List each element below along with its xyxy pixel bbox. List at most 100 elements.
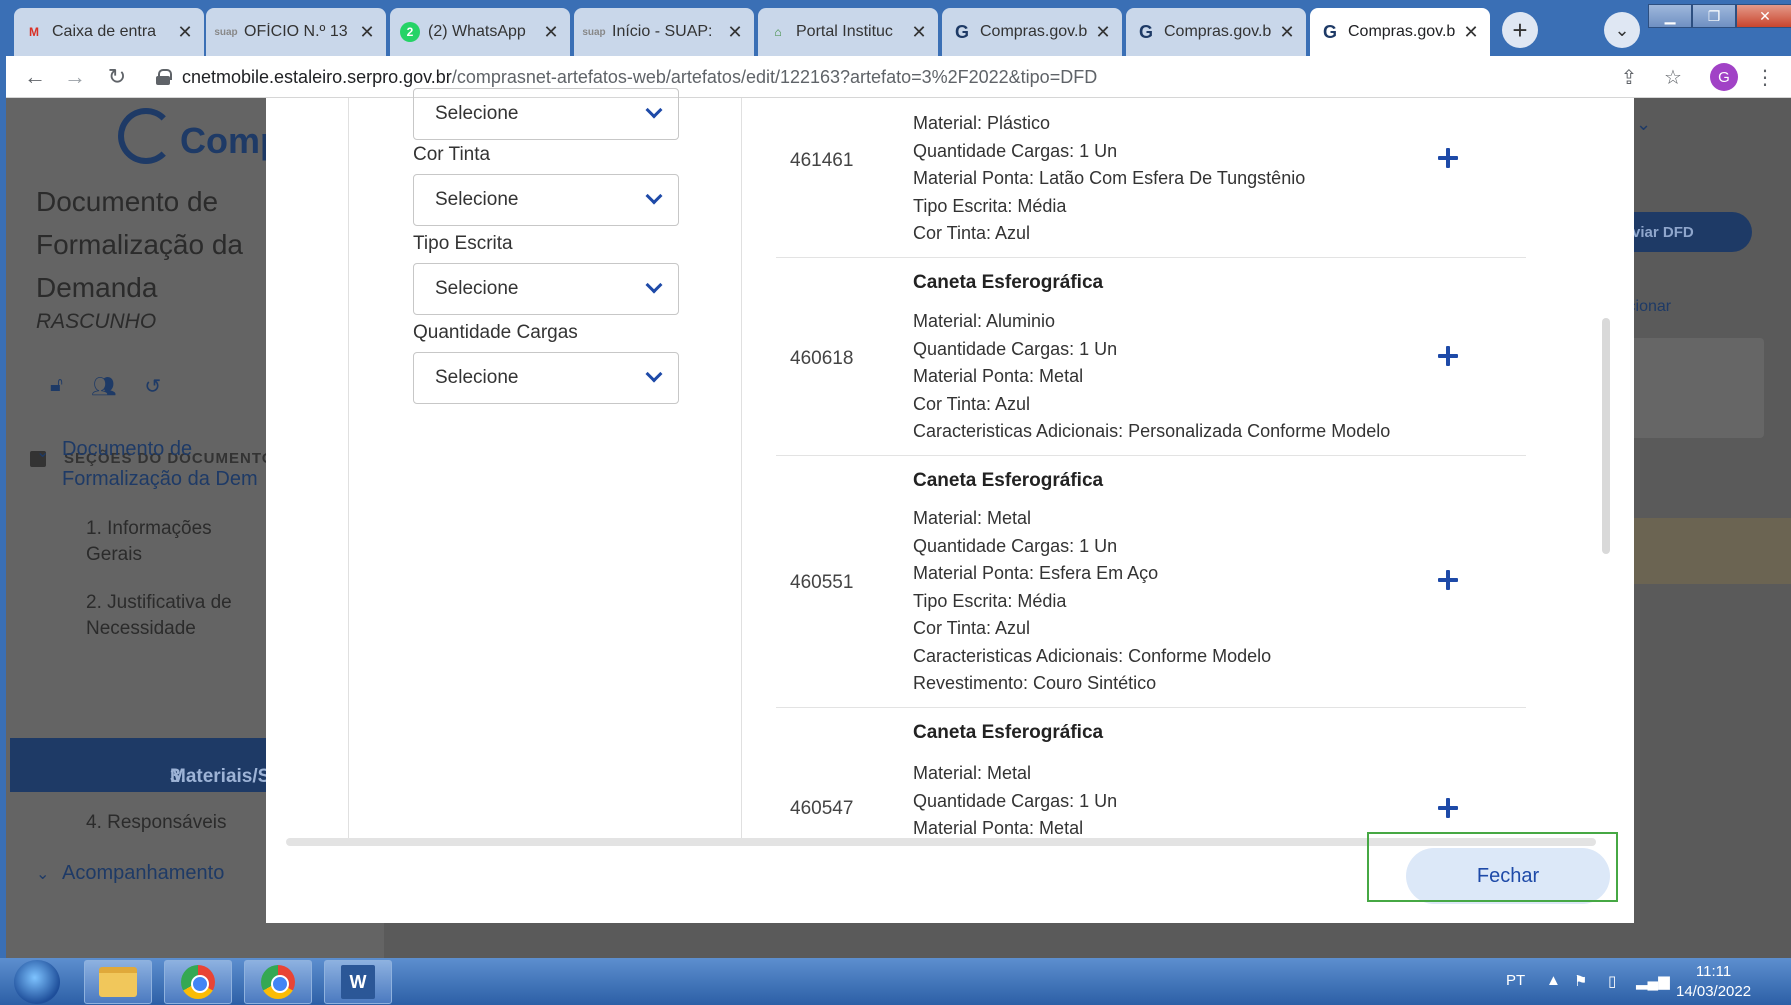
back-arrow-icon[interactable]: ← (20, 62, 50, 92)
item-attributes: Material: Aluminio Quantidade Cargas: 1 … (913, 311, 1391, 441)
browser-tab-7[interactable]: G Compras.gov.b ✕ (1126, 8, 1306, 56)
sidebar-item-justificativa[interactable]: 2. Justificativa de Necessidade (86, 590, 266, 642)
item-code: 460618 (790, 348, 854, 369)
chevron-down-icon[interactable]: ⌄ (36, 864, 49, 884)
browser-tab-2[interactable]: suap OFÍCIO N.º 13 ✕ (206, 8, 386, 56)
item-code: 461461 (790, 150, 854, 171)
restore-icon[interactable]: ❐ (1692, 4, 1736, 28)
window-controls: ▁ ❐ ✕ (1648, 4, 1791, 28)
section-number: 4. (86, 812, 102, 833)
filter-select-material-ponta[interactable]: Selecione (413, 88, 679, 140)
chrome-app-2[interactable] (244, 960, 312, 1004)
section-number: 1. (86, 518, 102, 539)
add-item-plus-icon[interactable] (1436, 344, 1460, 368)
browser-tab-4[interactable]: suap Início - SUAP: ✕ (574, 8, 754, 56)
document-actions: 🔓︎ 👥︎ ↺ (50, 374, 161, 399)
catalog-search-modal: Selecione Cor Tinta Selecione Tipo Escri… (266, 88, 1634, 923)
filter-select-tipo-escrita[interactable]: Selecione (413, 263, 679, 315)
sidebar-item-informacoes[interactable]: 1. Informações Gerais (86, 516, 256, 568)
taskbar: W PT ▲ ⚑ ▯ ▂▄▆ 11:11 14/03/2022 (0, 958, 1791, 1005)
close-tab-icon[interactable]: ✕ (1278, 22, 1296, 43)
url-text: cnetmobile.estaleiro.serpro.gov.br/compr… (182, 67, 1097, 88)
address-bar[interactable]: cnetmobile.estaleiro.serpro.gov.br/compr… (156, 61, 1606, 93)
browser-toolbar: ← → ↻ cnetmobile.estaleiro.serpro.gov.br… (6, 56, 1791, 98)
item-title: Caneta Esferográfica (913, 272, 1104, 293)
tab-title: Portal Instituc (796, 23, 893, 40)
word-app[interactable]: W (324, 960, 392, 1004)
profile-avatar[interactable]: G (1710, 63, 1738, 91)
close-button[interactable]: Fechar (1406, 848, 1610, 904)
browser-tab-8-active[interactable]: G Compras.gov.b ✕ (1310, 8, 1490, 56)
close-tab-icon[interactable]: ✕ (176, 22, 194, 43)
sidebar-item-label: Justificativa de Necessidade (86, 592, 232, 639)
filter-select-quantidade-cargas[interactable]: Selecione (413, 352, 679, 404)
acompanhamento-link[interactable]: Acompanhamento (62, 858, 282, 888)
new-tab-button[interactable]: + (1502, 12, 1538, 48)
sidebar-item-label: Responsáveis (107, 812, 227, 833)
users-icon[interactable]: 👥︎ (91, 374, 116, 399)
chrome-app-1[interactable] (164, 960, 232, 1004)
suap-icon: suap (582, 26, 606, 38)
system-clock[interactable]: 11:11 14/03/2022 (1676, 962, 1751, 1002)
item-title: Caneta Esferográfica (913, 722, 1104, 743)
chrome-icon (181, 965, 215, 999)
filter-label-tipo-escrita: Tipo Escrita (413, 233, 513, 254)
filter-label-quantidade-cargas: Quantidade Cargas (413, 322, 578, 343)
sidebar-item-label: Informações Gerais (86, 518, 212, 565)
close-tab-icon[interactable]: ✕ (726, 22, 744, 43)
lock-icon (156, 69, 172, 85)
window-close-icon[interactable]: ✕ (1736, 4, 1791, 28)
language-indicator[interactable]: PT (1506, 972, 1525, 989)
result-item: Caneta Esferográfica 460618 Material: Al… (776, 258, 1526, 456)
bookmark-star-icon[interactable]: ☆ (1658, 62, 1688, 92)
forward-arrow-icon[interactable]: → (60, 62, 90, 92)
tab-title: Compras.gov.b (980, 23, 1088, 40)
item-attributes: Material: Plástico Quantidade Cargas: 1 … (913, 113, 1306, 243)
add-item-plus-icon[interactable] (1436, 568, 1460, 592)
url-host: cnetmobile.estaleiro.serpro.gov.br (182, 66, 452, 87)
item-code: 460547 (790, 798, 854, 819)
menu-kebab-icon[interactable]: ⋮ (1750, 62, 1780, 92)
close-tab-icon[interactable]: ✕ (1094, 22, 1112, 43)
compras-icon: G (1138, 21, 1153, 42)
clock-date: 14/03/2022 (1676, 983, 1752, 1000)
tree-root-link[interactable]: Documento de Formalização da Dem (62, 434, 282, 494)
chevron-down-icon (644, 367, 664, 387)
suap-icon: suap (214, 26, 238, 38)
close-tab-icon[interactable]: ✕ (910, 22, 928, 43)
horizontal-scrollbar[interactable] (286, 838, 1596, 846)
add-item-plus-icon[interactable] (1436, 146, 1460, 170)
close-tab-icon[interactable]: ✕ (542, 22, 560, 43)
start-button[interactable] (14, 960, 60, 1004)
chevron-down-icon[interactable]: ⌄ (36, 442, 49, 462)
close-tab-icon[interactable]: ✕ (358, 22, 376, 43)
file-explorer-app[interactable] (84, 960, 152, 1004)
page-title: Documento de Formalização da Demanda (36, 186, 243, 303)
browser-tab-3[interactable]: 2 (2) WhatsApp ✕ (390, 8, 570, 56)
minimize-icon[interactable]: ▁ (1648, 4, 1692, 28)
battery-icon[interactable]: ▯ (1608, 972, 1616, 990)
network-signal-icon[interactable]: ▂▄▆ (1636, 972, 1670, 990)
sidebar-item-responsaveis[interactable]: 4. Responsáveis (86, 810, 256, 836)
tab-title: OFÍCIO N.º 13 (244, 23, 348, 40)
share-icon[interactable]: ⇪ (1614, 62, 1644, 92)
unlock-icon[interactable]: 🔓︎ (50, 374, 63, 399)
add-item-plus-icon[interactable] (1436, 796, 1460, 820)
tab-title: Compras.gov.b (1348, 23, 1456, 40)
gmail-icon: M (29, 25, 39, 39)
chevron-down-icon[interactable]: ⌄ (1636, 114, 1651, 135)
folder-icon (99, 967, 137, 997)
select-value: Selecione (435, 367, 519, 388)
vertical-scrollbar[interactable] (1602, 318, 1610, 554)
browser-tab-5[interactable]: ⌂ Portal Instituc ✕ (758, 8, 938, 56)
reload-icon[interactable]: ↻ (102, 62, 132, 92)
browser-tab-6[interactable]: G Compras.gov.b ✕ (942, 8, 1122, 56)
close-tab-icon[interactable]: ✕ (1462, 22, 1480, 43)
filter-select-cor-tinta[interactable]: Selecione (413, 174, 679, 226)
url-path: /comprasnet-artefatos-web/artefatos/edit… (451, 66, 1098, 87)
tab-search-chevron-icon[interactable]: ⌄ (1604, 12, 1640, 48)
flag-icon[interactable]: ⚑ (1574, 972, 1587, 990)
tray-expand-icon[interactable]: ▲ (1546, 972, 1561, 989)
history-icon[interactable]: ↺ (144, 374, 161, 399)
browser-tab-1[interactable]: M Caixa de entra ✕ (14, 8, 204, 56)
